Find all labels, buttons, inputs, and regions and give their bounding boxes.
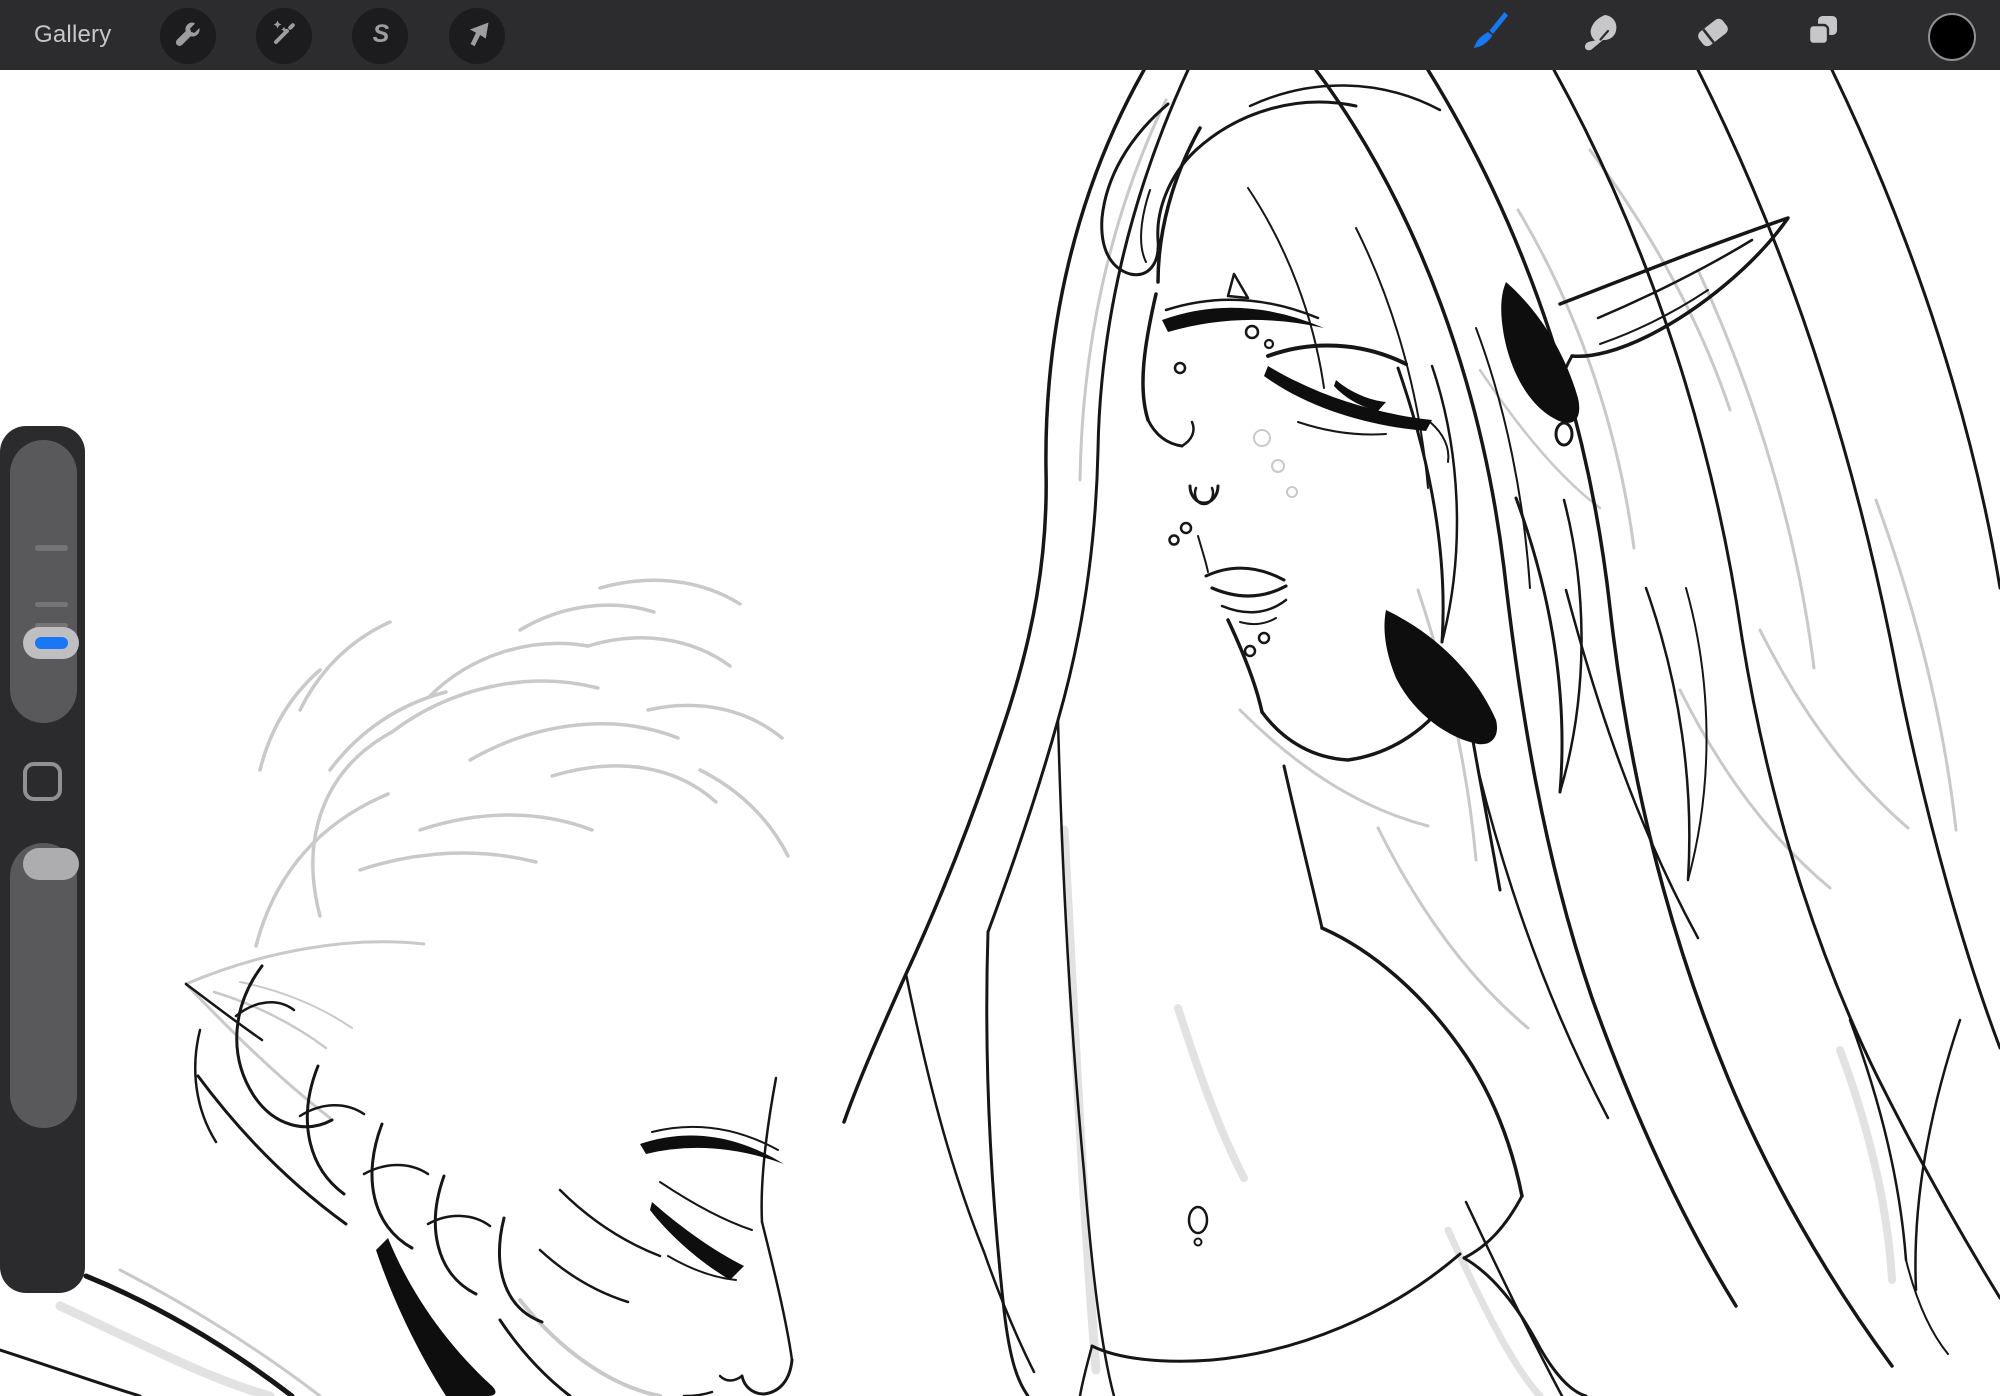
color-swatch-button[interactable] <box>1928 13 1976 61</box>
drawing-canvas[interactable] <box>0 70 2000 1396</box>
transform-button[interactable] <box>449 8 505 64</box>
adjustments-button[interactable] <box>256 8 312 64</box>
layers-icon <box>1801 9 1845 58</box>
top-toolbar: Gallery S <box>0 0 2000 70</box>
move-arrow-icon <box>462 19 492 54</box>
canvas-artwork <box>0 70 2000 1396</box>
opacity-handle[interactable] <box>23 848 79 880</box>
procreate-screen: Gallery S <box>0 0 2000 1396</box>
sketch-layer <box>55 98 1958 1396</box>
paint-tool-button[interactable] <box>1467 11 1511 55</box>
erase-tool-button[interactable] <box>1691 11 1735 55</box>
opacity-slider[interactable] <box>10 843 79 1128</box>
brush-size-slider[interactable] <box>10 440 79 723</box>
layers-button[interactable] <box>1801 11 1845 55</box>
eraser-icon <box>1691 9 1735 58</box>
wrench-icon <box>173 19 203 54</box>
paintbrush-icon <box>1467 9 1511 58</box>
selection-button[interactable]: S <box>352 8 408 64</box>
brush-size-accent <box>34 637 68 649</box>
left-figure-hair-sketch <box>254 578 790 948</box>
brush-size-handle[interactable] <box>23 627 79 659</box>
modify-button[interactable] <box>23 762 62 801</box>
s-ribbon-icon: S <box>365 19 395 54</box>
slider-tick <box>35 545 68 551</box>
right-figure-ink <box>842 70 2000 1396</box>
smudge-tool-button[interactable] <box>1578 11 1622 55</box>
actions-button[interactable] <box>160 8 216 64</box>
smudge-finger-icon <box>1578 9 1622 58</box>
slider-tick <box>35 602 68 607</box>
magic-wand-icon <box>269 19 299 54</box>
gallery-button[interactable]: Gallery <box>34 0 111 70</box>
svg-text:S: S <box>373 20 390 48</box>
sidebar <box>0 426 85 1293</box>
left-figure-ear-sketch <box>184 940 426 1120</box>
